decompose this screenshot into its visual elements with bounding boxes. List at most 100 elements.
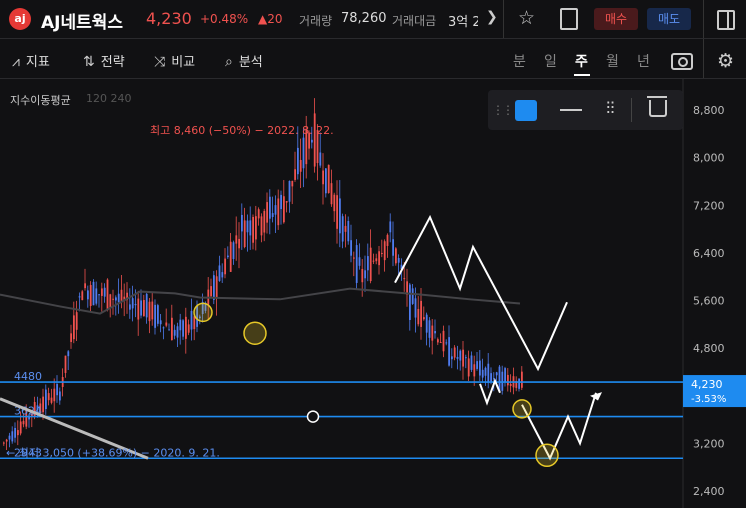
candle-body xyxy=(95,288,98,304)
candle-body xyxy=(347,221,350,242)
candle-body xyxy=(456,356,459,359)
analysis-label: 분석 xyxy=(238,55,263,70)
candle-body xyxy=(467,358,470,377)
candle-body xyxy=(375,258,378,262)
compare-button[interactable]: ⤨ 비교 xyxy=(154,51,195,70)
candle-body xyxy=(129,304,131,310)
period-day[interactable]: 일 xyxy=(544,51,557,71)
strategy-button[interactable]: ⇅ 전략 xyxy=(83,51,125,70)
analysis-button[interactable]: ⌕ 분석 xyxy=(225,51,263,70)
candle-body xyxy=(395,248,397,264)
candle-body xyxy=(294,169,296,180)
candle-body xyxy=(171,317,173,341)
candle-body xyxy=(327,164,330,194)
candle-body xyxy=(367,256,369,271)
period-minute[interactable]: 분 xyxy=(513,51,526,71)
candle-body xyxy=(364,270,366,279)
projection-path xyxy=(521,392,597,461)
candle-body xyxy=(131,298,134,309)
candle-body xyxy=(453,347,456,358)
candle-body xyxy=(487,363,490,383)
candle-body xyxy=(470,355,473,370)
candle-body xyxy=(101,288,103,296)
price-chart[interactable]: 8,800 8,000 7,200 6,400 5,600 4,800 3,200 2,400… xyxy=(0,79,746,508)
candle-body xyxy=(50,397,53,403)
y-tick-label: 8,800 xyxy=(693,104,725,117)
volume-value: 78,260 xyxy=(341,11,387,26)
candle-body xyxy=(249,220,252,236)
highlight-circle xyxy=(243,321,267,345)
header-divider xyxy=(503,0,504,38)
stock-name[interactable]: AJ네트웍스 xyxy=(41,8,123,33)
candle-body xyxy=(67,351,70,357)
candle-body xyxy=(73,315,75,340)
buy-button[interactable]: 매수 xyxy=(594,8,638,30)
chevron-right-icon[interactable]: ❯ xyxy=(486,9,498,25)
candle-body xyxy=(221,272,224,278)
trash-icon[interactable] xyxy=(647,96,667,117)
candle-body xyxy=(428,320,431,338)
panel-icon[interactable] xyxy=(717,10,735,30)
candle-body xyxy=(22,420,25,425)
candle-body xyxy=(372,260,375,262)
candle-body xyxy=(47,393,50,401)
candle-body xyxy=(291,180,294,187)
star-icon[interactable]: ☆ xyxy=(518,7,535,29)
candle-body xyxy=(280,194,282,210)
candle-body xyxy=(431,325,434,341)
candle-body xyxy=(451,356,453,360)
sliders-icon[interactable]: ⫶⫶ xyxy=(606,99,615,119)
candle-body xyxy=(271,213,274,218)
candle-body xyxy=(378,251,380,266)
candle-body xyxy=(19,421,22,434)
line-style-icon[interactable] xyxy=(560,109,582,111)
support-line-label: 4480 xyxy=(14,370,42,383)
period-year[interactable]: 년 xyxy=(637,51,650,71)
candle-body xyxy=(490,373,492,382)
projection-path xyxy=(479,378,501,406)
candle-body xyxy=(227,255,229,258)
gear-icon[interactable]: ⚙ xyxy=(717,50,734,72)
candle-body xyxy=(297,147,299,175)
drag-handle-icon[interactable]: ⋮⋮ xyxy=(492,103,514,117)
candle-body xyxy=(339,198,341,234)
active-period-underline xyxy=(574,74,590,76)
candle-body xyxy=(59,391,61,401)
candle-body xyxy=(263,210,266,233)
candle-body xyxy=(459,350,462,361)
strategy-label: 전략 xyxy=(100,55,125,70)
candle-body xyxy=(162,327,165,329)
period-month[interactable]: 월 xyxy=(606,51,619,71)
candle-body xyxy=(11,431,14,442)
color-square-icon[interactable] xyxy=(515,100,537,121)
candle-body xyxy=(106,279,109,311)
candle-body xyxy=(42,396,44,413)
candle-body xyxy=(423,317,425,320)
indicator-button[interactable]: ⩘ 지표 xyxy=(12,51,50,70)
y-tick-label: 8,000 xyxy=(693,152,725,165)
candle-body xyxy=(353,257,355,259)
candle-body xyxy=(484,367,487,376)
candle-body xyxy=(224,258,226,275)
candle-body xyxy=(92,281,95,306)
camera-icon[interactable] xyxy=(671,53,693,70)
compare-icon: ⤨ xyxy=(154,54,166,70)
candle-body xyxy=(173,329,176,336)
candle-body xyxy=(504,368,506,383)
candle-body xyxy=(381,252,383,254)
candle-body xyxy=(64,355,67,373)
candle-body xyxy=(117,293,120,303)
candle-body xyxy=(185,316,187,339)
candle-body xyxy=(411,288,414,304)
candle-body xyxy=(143,300,145,317)
candle-body xyxy=(283,196,285,223)
candle-body xyxy=(498,366,501,391)
y-tick-label: 6,400 xyxy=(693,247,725,260)
candle-body xyxy=(215,276,218,299)
clipboard-icon[interactable] xyxy=(560,8,578,30)
period-week[interactable]: 주 xyxy=(575,51,588,71)
indicator-label: 지표 xyxy=(25,55,50,70)
low-annotation: ← 최저 3,050 (+38.69%) − 2020. 9. 21. xyxy=(6,446,220,459)
sell-button[interactable]: 매도 xyxy=(647,8,691,30)
candle-body xyxy=(179,319,182,331)
